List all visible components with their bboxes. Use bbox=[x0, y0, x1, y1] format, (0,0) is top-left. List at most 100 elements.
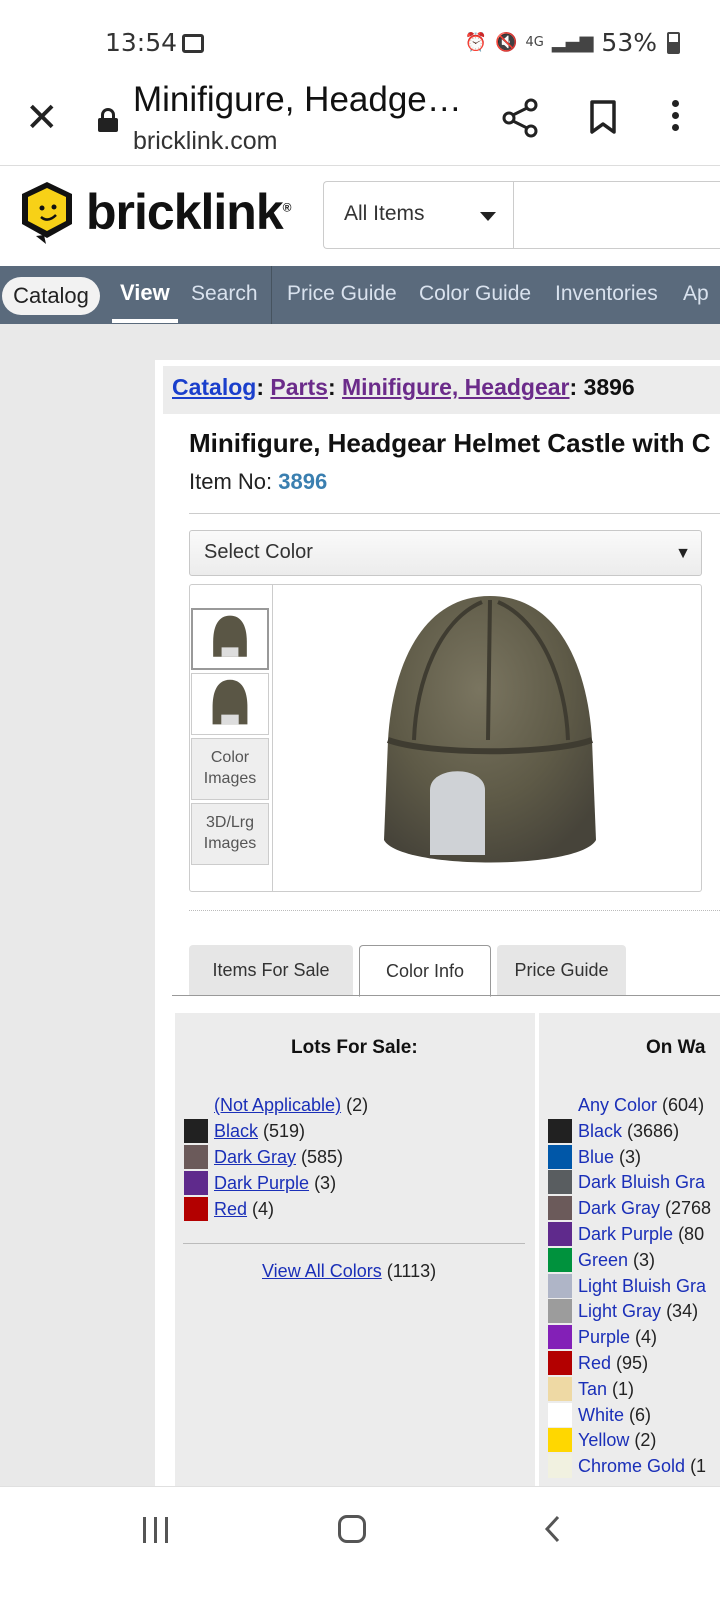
on-wanted-count: (34) bbox=[666, 1301, 699, 1322]
item-number-value: 3896 bbox=[278, 469, 328, 494]
on-wanted-row: White (6) bbox=[578, 1403, 651, 1427]
on-wanted-swatch bbox=[548, 1273, 572, 1298]
on-wanted-color-link[interactable]: Light Bluish Gra bbox=[578, 1276, 706, 1296]
on-wanted-swatch bbox=[548, 1118, 572, 1143]
page-domain[interactable]: bricklink.com bbox=[133, 127, 277, 156]
view-all-colors-row: View All Colors (1113) bbox=[262, 1259, 436, 1283]
helmet-main-image[interactable] bbox=[370, 590, 610, 885]
bookmark-icon[interactable] bbox=[589, 100, 617, 134]
tabs-baseline bbox=[172, 995, 720, 996]
system-navigation-bar bbox=[0, 1486, 720, 1600]
on-wanted-color-link[interactable]: White bbox=[578, 1405, 624, 1425]
lots-for-sale-swatch bbox=[184, 1171, 208, 1195]
lots-for-sale-row: Dark Gray (585) bbox=[214, 1145, 343, 1169]
nav-apps[interactable]: Ap bbox=[683, 282, 709, 306]
on-wanted-count: (3) bbox=[633, 1249, 656, 1270]
on-wanted-color-link[interactable]: Red bbox=[578, 1353, 611, 1373]
lots-for-sale-color-link[interactable]: Dark Purple bbox=[214, 1173, 309, 1193]
on-wanted-color-link[interactable]: Yellow bbox=[578, 1430, 629, 1450]
battery-icon bbox=[667, 31, 680, 54]
on-wanted-swatch bbox=[548, 1402, 572, 1427]
on-wanted-color-link[interactable]: Purple bbox=[578, 1327, 630, 1347]
item-number-label: Item No: bbox=[189, 469, 273, 494]
on-wanted-color-link[interactable]: Dark Purple bbox=[578, 1224, 673, 1244]
lots-for-sale-row: Black (519) bbox=[214, 1119, 305, 1143]
breadcrumb-sep: : bbox=[327, 374, 336, 400]
nav-price-guide[interactable]: Price Guide bbox=[287, 282, 397, 306]
on-wanted-color-link[interactable]: Dark Gray bbox=[578, 1198, 660, 1218]
home-icon[interactable] bbox=[338, 1515, 366, 1543]
on-wanted-row: Blue (3) bbox=[578, 1145, 641, 1169]
on-wanted-row: Tan (1) bbox=[578, 1377, 634, 1401]
on-wanted-row: Green (3) bbox=[578, 1248, 655, 1272]
lots-for-sale-count: (519) bbox=[263, 1121, 306, 1141]
on-wanted-color-link[interactable]: Blue bbox=[578, 1147, 614, 1167]
tab-color-info[interactable]: Color Info bbox=[359, 945, 491, 997]
more-options-icon[interactable] bbox=[672, 100, 680, 134]
on-wanted-color-link[interactable]: Light Gray bbox=[578, 1301, 661, 1321]
on-wanted-count: (6) bbox=[629, 1404, 652, 1425]
page-title[interactable]: Minifigure, Headge… bbox=[133, 80, 462, 120]
on-wanted-row: Dark Purple (80 bbox=[578, 1222, 704, 1246]
lots-for-sale-color-link[interactable]: Black bbox=[214, 1121, 258, 1141]
on-wanted-row: Dark Bluish Gra bbox=[578, 1170, 705, 1194]
thumbnail-2[interactable] bbox=[191, 673, 269, 735]
item-number: Item No: 3896 bbox=[189, 469, 327, 495]
logo-text: bricklink bbox=[86, 184, 284, 240]
lots-for-sale-title: Lots For Sale: bbox=[291, 1037, 418, 1058]
bricklink-logo[interactable]: bricklink® bbox=[18, 180, 292, 244]
on-wanted-count: (1) bbox=[612, 1378, 635, 1399]
nav-inventories[interactable]: Inventories bbox=[555, 282, 658, 306]
status-time: 13:54 bbox=[105, 28, 178, 57]
breadcrumb-sep: : bbox=[569, 374, 578, 400]
lots-for-sale-color-link[interactable]: Red bbox=[214, 1199, 247, 1219]
thumbnail-1[interactable] bbox=[191, 608, 269, 670]
on-wanted-swatch bbox=[548, 1170, 572, 1195]
lots-for-sale-count: (4) bbox=[252, 1199, 275, 1219]
on-wanted-count: (1 bbox=[690, 1456, 707, 1477]
nav-view[interactable]: View bbox=[120, 280, 170, 306]
status-bar: 13:54 ⏰ 🔇 4G ▂▄▆ 53% bbox=[0, 0, 720, 86]
logo-registered-mark: ® bbox=[282, 200, 292, 215]
on-wanted-color-link[interactable]: Black bbox=[578, 1121, 622, 1141]
search-input[interactable] bbox=[513, 181, 720, 249]
alarm-icon: ⏰ bbox=[464, 32, 488, 53]
lrg-images-button[interactable]: 3D/Lrg Images bbox=[191, 803, 269, 865]
breadcrumb-category-link[interactable]: Minifigure, Headgear bbox=[342, 374, 569, 400]
on-wanted-swatch bbox=[548, 1454, 572, 1479]
share-icon[interactable] bbox=[500, 98, 540, 138]
lots-for-sale-color-link[interactable]: (Not Applicable) bbox=[214, 1095, 341, 1115]
nav-divider bbox=[271, 266, 272, 324]
on-wanted-row: Red (95) bbox=[578, 1351, 648, 1375]
on-wanted-color-link[interactable]: Tan bbox=[578, 1379, 607, 1399]
color-images-button[interactable]: Color Images bbox=[191, 738, 269, 800]
breadcrumb: Catalog: Parts: Minifigure, Headgear: 38… bbox=[163, 366, 720, 414]
on-wanted-color-link[interactable]: Green bbox=[578, 1250, 628, 1270]
select-color-dropdown[interactable]: Select Color ▼ bbox=[189, 530, 702, 576]
dotted-divider bbox=[189, 910, 720, 911]
nav-catalog[interactable]: Catalog bbox=[2, 277, 100, 315]
search-scope-dropdown[interactable]: All Items bbox=[323, 181, 513, 249]
on-wanted-swatch bbox=[548, 1325, 572, 1350]
breadcrumb-parts-link[interactable]: Parts bbox=[270, 374, 328, 400]
on-wanted-count: (4) bbox=[635, 1327, 658, 1348]
lots-for-sale-row: (Not Applicable) (2) bbox=[214, 1093, 368, 1117]
nav-color-guide[interactable]: Color Guide bbox=[419, 282, 531, 306]
main-nav: Catalog View Search Price Guide Color Gu… bbox=[0, 266, 720, 324]
on-wanted-color-link[interactable]: Dark Bluish Gra bbox=[578, 1172, 705, 1192]
on-wanted-swatch bbox=[548, 1376, 572, 1401]
breadcrumb-catalog-link[interactable]: Catalog bbox=[172, 374, 256, 400]
tab-items-for-sale[interactable]: Items For Sale bbox=[189, 945, 353, 995]
back-icon[interactable] bbox=[544, 1515, 560, 1543]
recents-icon[interactable] bbox=[143, 1517, 169, 1543]
lock-icon[interactable] bbox=[98, 108, 118, 132]
on-wanted-swatch bbox=[548, 1222, 572, 1246]
on-wanted-color-link[interactable]: Chrome Gold bbox=[578, 1456, 685, 1476]
tab-price-guide[interactable]: Price Guide bbox=[497, 945, 626, 995]
on-wanted-count: (604) bbox=[662, 1095, 705, 1115]
on-wanted-color-link[interactable]: Any Color bbox=[578, 1095, 657, 1115]
lots-for-sale-color-link[interactable]: Dark Gray bbox=[214, 1147, 296, 1167]
nav-search[interactable]: Search bbox=[191, 282, 258, 306]
close-tab-icon[interactable]: ✕ bbox=[25, 98, 59, 138]
view-all-colors-link[interactable]: View All Colors bbox=[262, 1261, 382, 1281]
